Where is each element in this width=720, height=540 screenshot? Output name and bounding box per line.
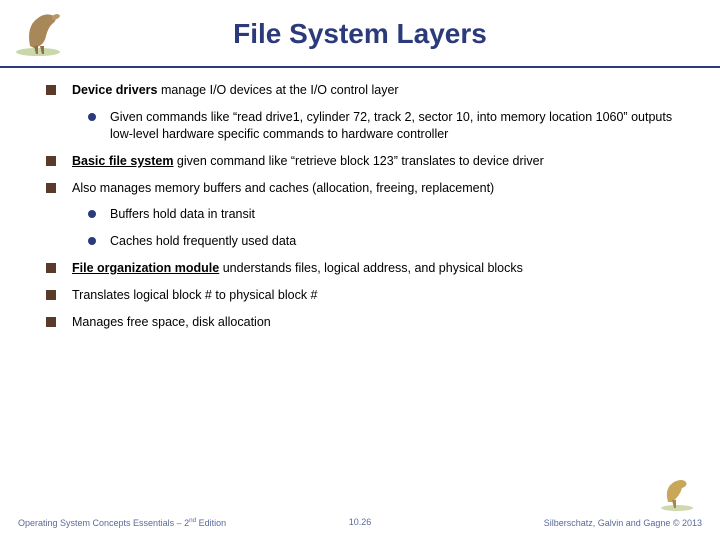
subbullet-commands: Given commands like “read drive1, cylind… (88, 109, 674, 143)
square-bullet-icon (46, 263, 56, 273)
slide-title: File System Layers (0, 0, 720, 50)
bullet-basic-fs: Basic file system given command like “re… (46, 153, 674, 170)
bullet-memory-buffers: Also manages memory buffers and caches (… (46, 180, 674, 197)
subbullet-buffers: Buffers hold data in transit (88, 206, 674, 223)
bullet-free-space: Manages free space, disk allocation (46, 314, 674, 331)
square-bullet-icon (46, 183, 56, 193)
dinosaur-right-icon (652, 472, 702, 512)
circle-bullet-icon (88, 113, 96, 121)
circle-bullet-icon (88, 237, 96, 245)
square-bullet-icon (46, 156, 56, 166)
slide-content: Device drivers manage I/O devices at the… (0, 68, 720, 331)
dinosaur-left-icon (8, 6, 78, 60)
square-bullet-icon (46, 317, 56, 327)
footer-copyright: Silberschatz, Galvin and Gagne © 2013 (544, 518, 702, 528)
square-bullet-icon (46, 85, 56, 95)
bullet-file-org: File organization module understands fil… (46, 260, 674, 277)
bullet-translates: Translates logical block # to physical b… (46, 287, 674, 304)
subbullet-caches: Caches hold frequently used data (88, 233, 674, 250)
bullet-device-drivers: Device drivers manage I/O devices at the… (46, 82, 674, 99)
slide-footer: Operating System Concepts Essentials – 2… (0, 517, 720, 528)
footer-left: Operating System Concepts Essentials – 2… (18, 517, 226, 528)
square-bullet-icon (46, 290, 56, 300)
circle-bullet-icon (88, 210, 96, 218)
